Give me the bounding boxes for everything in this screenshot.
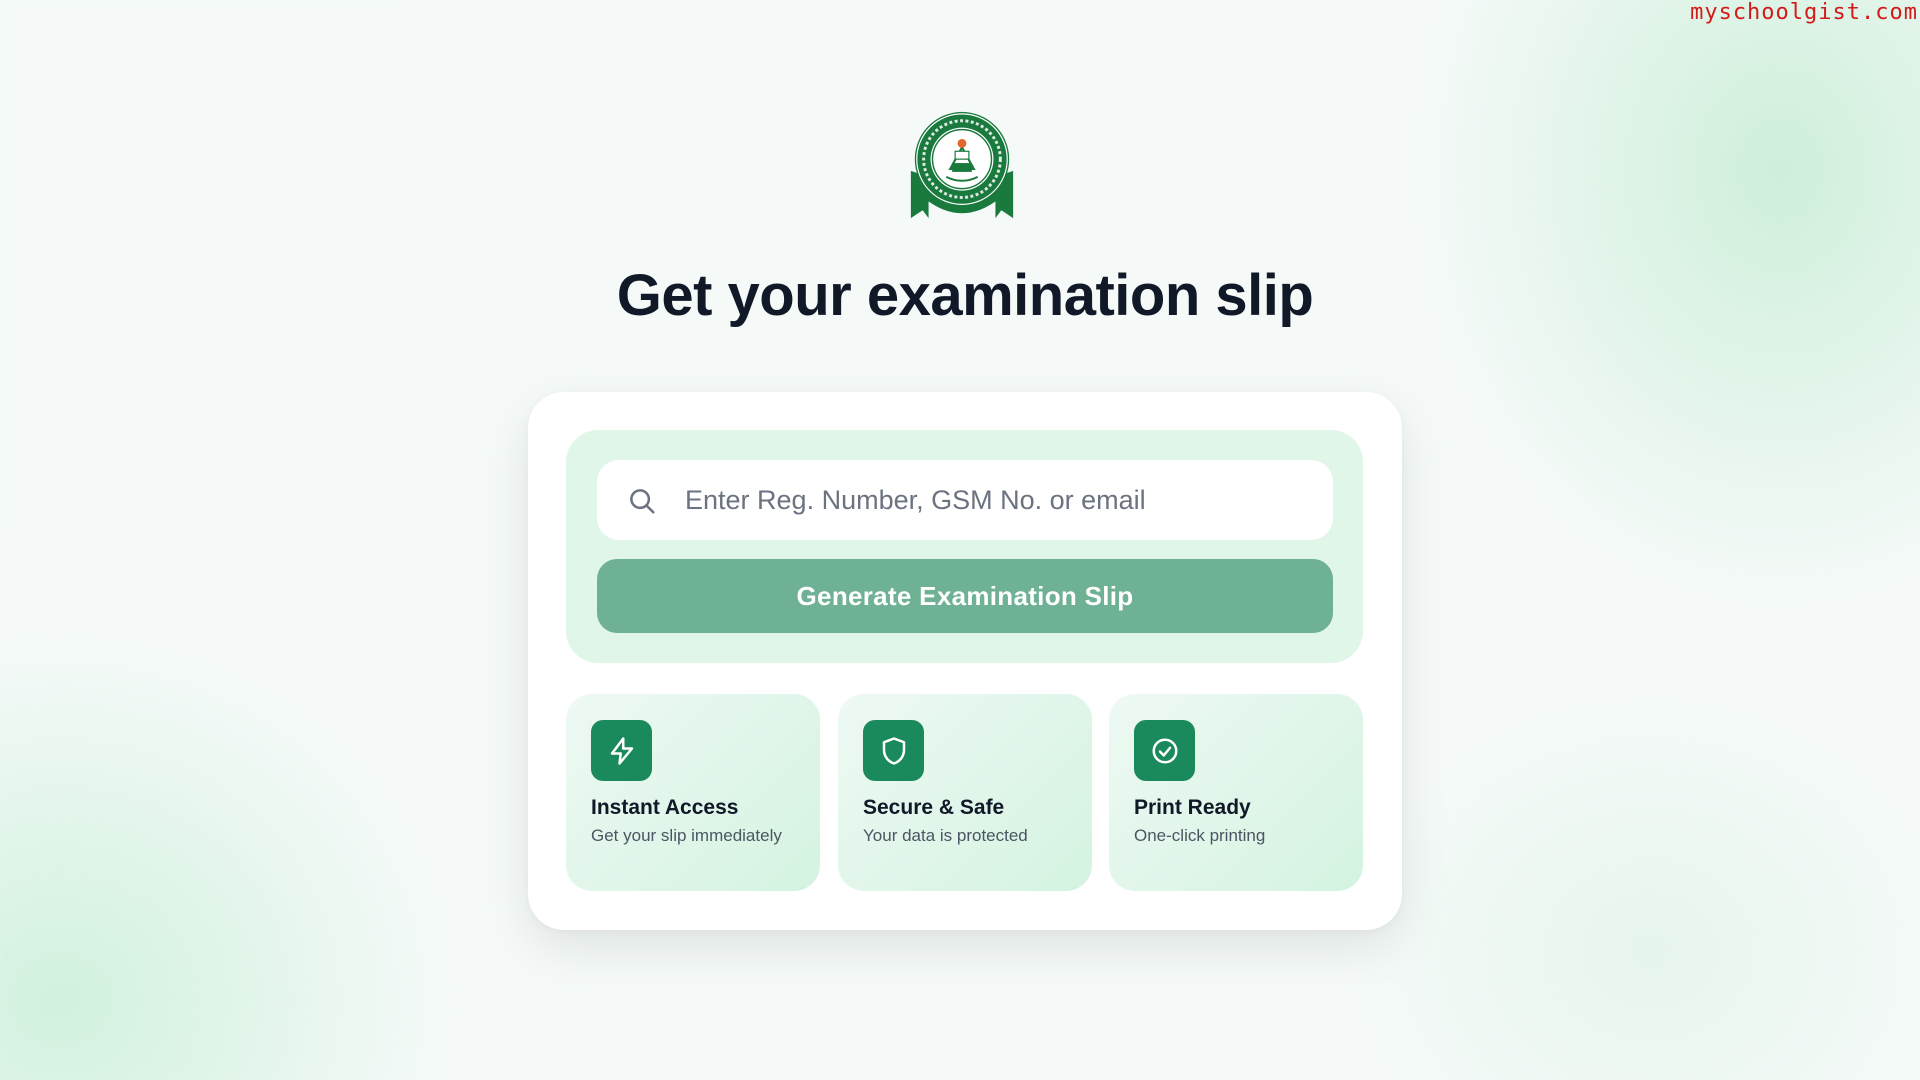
feature-title: Instant Access bbox=[591, 796, 739, 819]
shield-icon bbox=[882, 736, 905, 765]
feature-description: Your data is protected bbox=[863, 826, 1028, 845]
check-circle-icon bbox=[1152, 738, 1177, 763]
feature-title: Print Ready bbox=[1134, 796, 1251, 819]
page-title: Get your examination slip bbox=[616, 263, 1314, 328]
feature-icon-tile bbox=[1134, 720, 1195, 781]
feature-icon-tile bbox=[591, 720, 652, 781]
feature-card-instant-access: Instant Access Get your slip immediately bbox=[566, 694, 820, 891]
feature-description: Get your slip immediately bbox=[591, 826, 782, 845]
generate-slip-button[interactable]: Generate Examination Slip bbox=[597, 559, 1333, 633]
feature-card-secure-safe: Secure & Safe Your data is protected bbox=[838, 694, 1092, 891]
search-icon bbox=[630, 489, 655, 514]
search-input[interactable] bbox=[685, 476, 1305, 524]
feature-card-print-ready: Print Ready One-click printing bbox=[1109, 694, 1363, 891]
feature-icon-tile bbox=[863, 720, 924, 781]
lightning-icon bbox=[610, 736, 633, 765]
search-box[interactable] bbox=[597, 460, 1333, 540]
watermark-text: myschoolgist.com bbox=[1690, 0, 1918, 25]
jamb-logo bbox=[910, 111, 1014, 219]
feature-title: Secure & Safe bbox=[863, 796, 1005, 819]
feature-description: One-click printing bbox=[1134, 826, 1266, 845]
